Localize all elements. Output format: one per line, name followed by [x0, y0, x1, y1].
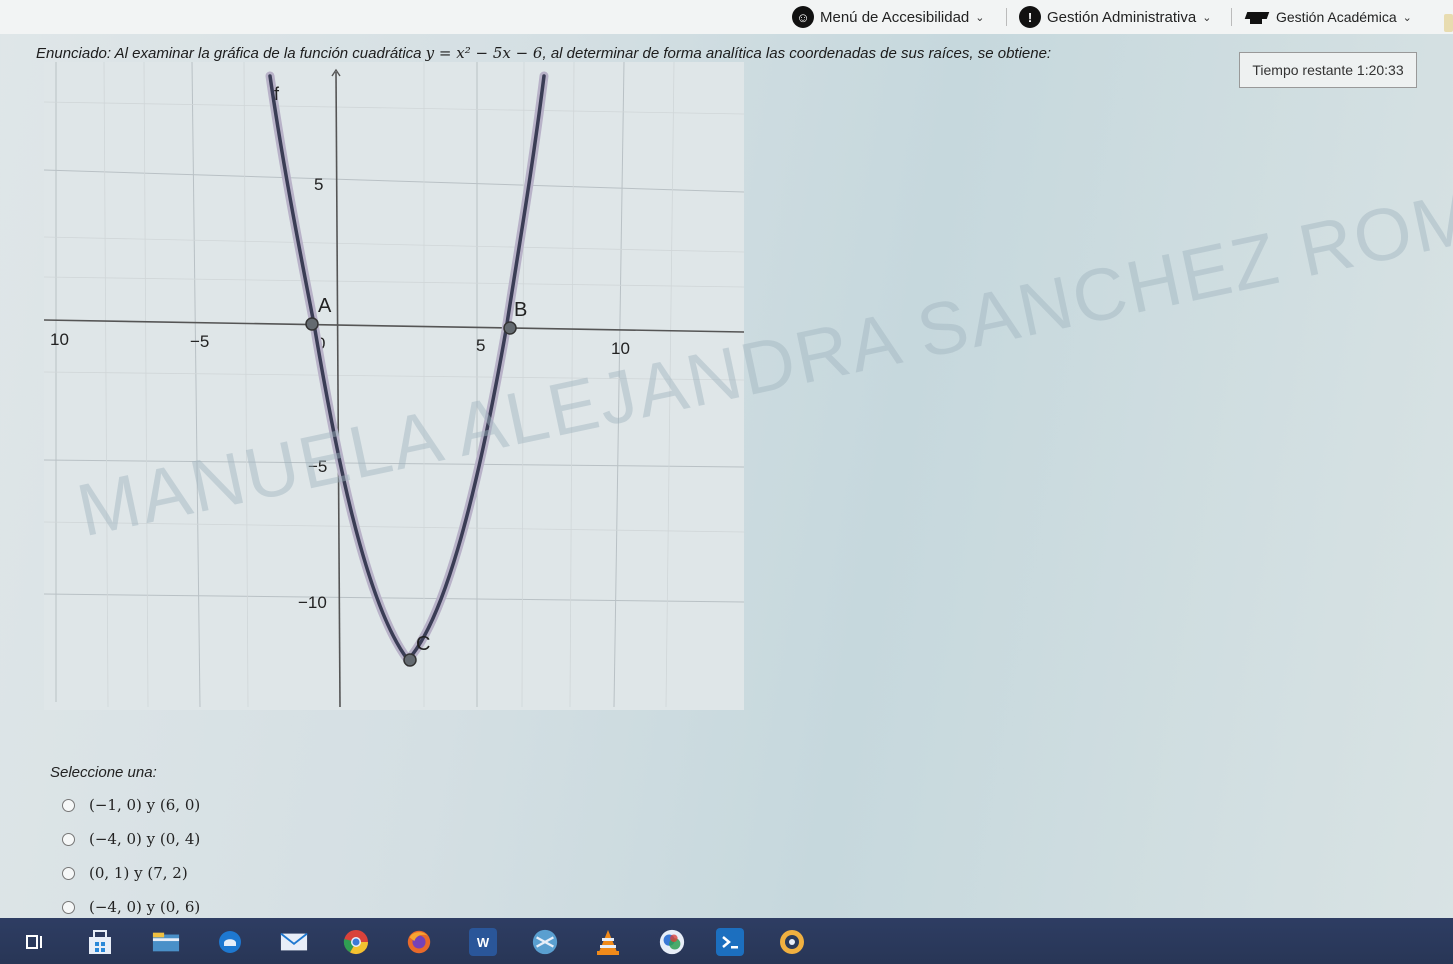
menu-divider: [1006, 8, 1007, 26]
question-suffix: , al determinar de forma analítica las c…: [542, 45, 1052, 62]
taskbar: W: [0, 918, 1453, 964]
extra-icon[interactable]: [778, 928, 806, 956]
terminal-icon[interactable]: [716, 928, 744, 956]
academic-menu-label: Gestión Académica: [1276, 9, 1397, 25]
files-icon[interactable]: [152, 928, 180, 956]
taskview-icon[interactable]: [22, 928, 50, 956]
time-remaining: Tiempo restante 1:20:33: [1239, 52, 1417, 88]
accessibility-menu[interactable]: ☺ Menú de Accesibilidad ⌄: [792, 6, 984, 28]
accessibility-icon: ☺: [792, 6, 814, 28]
answer-option[interactable]: (−1, 0) y (6, 0): [62, 794, 200, 816]
graduation-cap-icon: [1244, 9, 1270, 25]
answer-option-label: (−1, 0) y (6, 0): [89, 796, 201, 814]
x-tick-label: 5: [476, 336, 485, 355]
app-icon[interactable]: [531, 928, 559, 956]
admin-menu[interactable]: ! Gestión Administrativa ⌄: [1019, 6, 1211, 28]
answer-option-label: (0, 1) y (7, 2): [89, 864, 188, 882]
answer-option[interactable]: (−4, 0) y (0, 4): [62, 828, 200, 850]
question-statement: Enunciado: Al examinar la gráfica de la …: [36, 44, 1051, 62]
chevron-down-icon: ⌄: [975, 11, 985, 24]
point-c[interactable]: [403, 653, 417, 667]
point-label-c: C: [416, 633, 430, 655]
question-prefix: Enunciado: Al examinar la gráfica de la …: [36, 45, 426, 62]
radio-button[interactable]: [62, 832, 75, 846]
alert-icon: !: [1019, 6, 1041, 28]
vlc-icon[interactable]: [594, 928, 622, 956]
radio-button[interactable]: [62, 866, 75, 880]
answer-option-label: (−4, 0) y (0, 6): [89, 898, 201, 916]
photos-icon[interactable]: [658, 928, 686, 956]
point-label-b: B: [514, 299, 527, 321]
point-a[interactable]: [305, 317, 319, 331]
time-remaining-label: Tiempo restante 1:20:33: [1252, 62, 1404, 78]
chevron-down-icon: ⌄: [1402, 11, 1412, 24]
radio-button[interactable]: [62, 900, 75, 914]
answer-option-label: (−4, 0) y (0, 4): [89, 830, 201, 848]
admin-menu-label: Gestión Administrativa: [1047, 8, 1197, 26]
x-tick-label: 10: [50, 330, 69, 349]
answer-option[interactable]: (−4, 0) y (0, 6): [62, 896, 200, 918]
academic-menu[interactable]: Gestión Académica ⌄: [1244, 6, 1412, 28]
accessibility-menu-label: Menú de Accesibilidad: [820, 8, 970, 26]
question-formula: y = x² − 5x − 6: [425, 44, 543, 62]
chevron-down-icon: ⌄: [1202, 11, 1212, 24]
word-icon[interactable]: W: [469, 928, 497, 956]
radio-button[interactable]: [62, 798, 75, 812]
corner-widget[interactable]: [1444, 14, 1453, 32]
chrome-icon[interactable]: [342, 928, 370, 956]
x-tick-label: −5: [190, 332, 209, 351]
edge-icon[interactable]: [216, 928, 244, 956]
select-prompt: Seleccione una:: [50, 764, 157, 781]
top-menu-bar: ☺ Menú de Accesibilidad ⌄ ! Gestión Admi…: [0, 0, 1453, 34]
store-icon[interactable]: [86, 928, 114, 956]
word-glyph: W: [476, 934, 490, 950]
y-tick-label: 5: [314, 175, 323, 194]
mail-icon[interactable]: [280, 928, 308, 956]
point-label-a: A: [318, 295, 332, 317]
y-tick-label: −10: [298, 593, 327, 612]
menu-divider: [1231, 8, 1232, 26]
point-b[interactable]: [503, 321, 517, 335]
answer-option[interactable]: (0, 1) y (7, 2): [62, 862, 188, 884]
firefox-icon[interactable]: [405, 928, 433, 956]
